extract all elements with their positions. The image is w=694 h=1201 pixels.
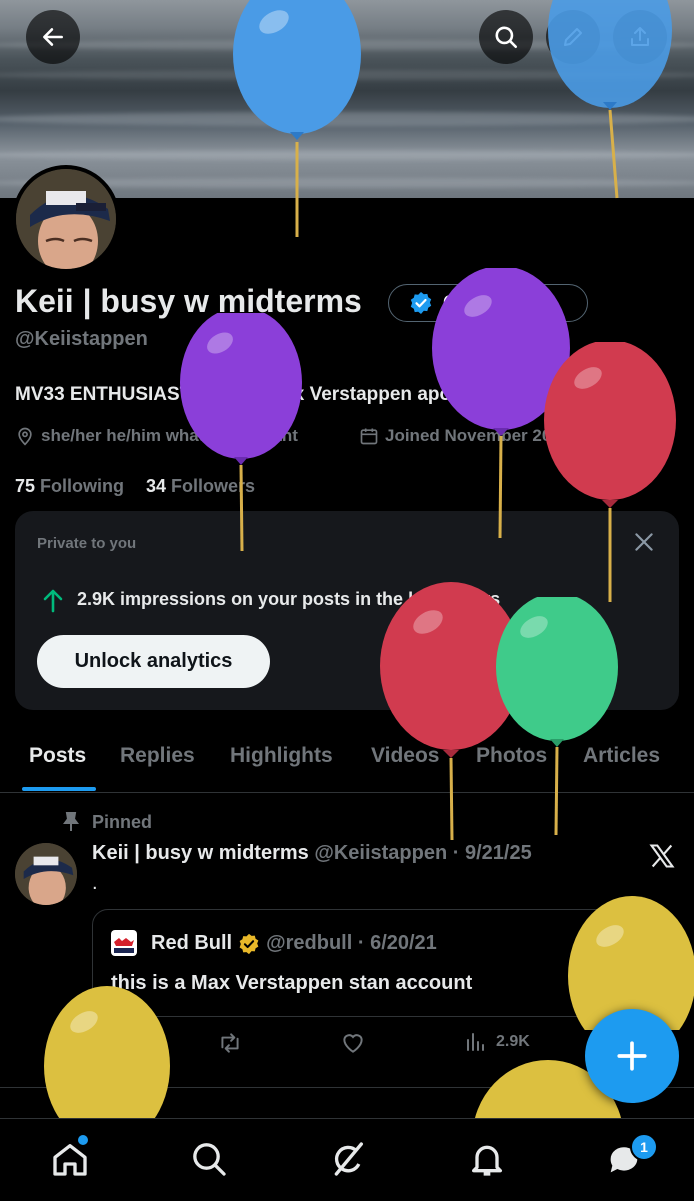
search-icon [495, 26, 518, 49]
heart-icon [343, 1034, 363, 1053]
following-label: Following [40, 476, 125, 496]
reply-button[interactable] [94, 1030, 120, 1056]
verified-badge-icon [410, 292, 432, 314]
bell-icon [472, 1145, 502, 1176]
close-icon [635, 533, 653, 551]
joined-text: Joined November 2024 [385, 426, 571, 445]
analytics-card: Private to you 2.9K impressions on your … [15, 511, 679, 710]
nav-messages[interactable]: 1 [604, 1133, 658, 1184]
tab-articles[interactable]: Articles [583, 744, 660, 768]
views-chart-icon [467, 1033, 484, 1051]
get-verified-label: Get verified [443, 291, 554, 314]
pronouns-item: she/her he/him whatever u want [15, 426, 298, 446]
profile-name: Keii | busy w midterms [15, 283, 362, 319]
profile-handle: @Keiistappen [15, 328, 148, 350]
views-button[interactable]: 2.9K [464, 1030, 530, 1054]
pronouns-text: she/her he/him whatever u want [41, 426, 298, 445]
post-author[interactable]: Keii | busy w midterms [92, 842, 309, 864]
edit-button[interactable] [546, 10, 600, 64]
share-button[interactable] [613, 10, 667, 64]
followers-link[interactable]: 34 Followers [146, 476, 255, 497]
home-icon [53, 1144, 87, 1176]
nav-search[interactable] [189, 1139, 229, 1184]
like-button[interactable] [339, 1030, 367, 1056]
tab-replies[interactable]: Replies [120, 744, 195, 768]
compose-button[interactable] [585, 1009, 679, 1103]
search-icon [193, 1143, 226, 1176]
quote-text: this is a Max Verstappen stan account [111, 972, 473, 994]
search-button[interactable] [479, 10, 533, 64]
pin-icon [63, 812, 79, 837]
profile-avatar[interactable] [12, 165, 120, 273]
chevron-right-icon [580, 431, 587, 441]
gold-verified-icon [239, 933, 259, 954]
quote-handle-date: @redbull · 6/20/21 [266, 932, 437, 954]
private-label: Private to you [37, 535, 137, 552]
x-logo-icon[interactable] [647, 842, 677, 875]
tab-videos[interactable]: Videos [371, 744, 439, 768]
pinned-label: Pinned [92, 812, 153, 832]
quoted-post[interactable]: Red Bull @redbull · 6/20/21 this is a Ma… [92, 909, 674, 1017]
back-button[interactable] [26, 10, 80, 64]
nav-grok[interactable] [328, 1139, 368, 1184]
quote-author: Red Bull [151, 932, 233, 954]
tab-posts[interactable]: Posts [29, 744, 86, 768]
repost-button[interactable] [216, 1030, 244, 1056]
close-card-button[interactable] [631, 529, 657, 560]
home-unread-dot [78, 1135, 88, 1145]
post-avatar[interactable] [15, 843, 77, 905]
unlock-analytics-button[interactable]: Unlock analytics [37, 635, 270, 688]
followers-label: Followers [171, 476, 256, 496]
get-verified-button[interactable]: Get verified [388, 284, 588, 322]
post-handle-date: @Keiistappen · 9/21/25 [314, 842, 532, 864]
repost-icon [221, 1033, 239, 1053]
post-divider [0, 1087, 694, 1088]
reply-icon [97, 1033, 117, 1054]
location-pin-icon [18, 427, 32, 446]
following-count: 75 [15, 476, 36, 496]
post-text: . [92, 872, 98, 894]
grok-icon [334, 1142, 363, 1176]
views-count: 2.9K [496, 1033, 530, 1050]
back-arrow-icon [43, 28, 63, 46]
bottom-nav: 1 [0, 1118, 694, 1201]
active-tab-indicator [22, 787, 96, 791]
calendar-icon [360, 428, 378, 445]
nav-home[interactable] [50, 1135, 90, 1184]
messages-badge: 1 [630, 1133, 658, 1161]
redbull-avatar [111, 930, 137, 956]
following-link[interactable]: 75 Following [15, 476, 124, 497]
profile-bio: MV33 ENTHUSIAST | Just a Max Verstappen … [15, 384, 502, 405]
impressions-up-icon [41, 587, 65, 618]
nav-notifications[interactable] [467, 1139, 507, 1184]
tab-photos[interactable]: Photos [476, 744, 547, 768]
share-icon [631, 27, 649, 46]
tab-highlights[interactable]: Highlights [230, 744, 333, 768]
impressions-text: 2.9K impressions on your posts in the la… [77, 589, 501, 609]
plus-icon [617, 1041, 647, 1071]
followers-count: 34 [146, 476, 167, 496]
post-header: Keii | busy w midterms @Keiistappen · 9/… [92, 842, 532, 865]
profile-tabs: Posts Replies Highlights Videos Photos A… [0, 740, 694, 793]
pencil-icon [564, 28, 582, 46]
joined-item[interactable]: Joined November 2024 [359, 426, 590, 446]
